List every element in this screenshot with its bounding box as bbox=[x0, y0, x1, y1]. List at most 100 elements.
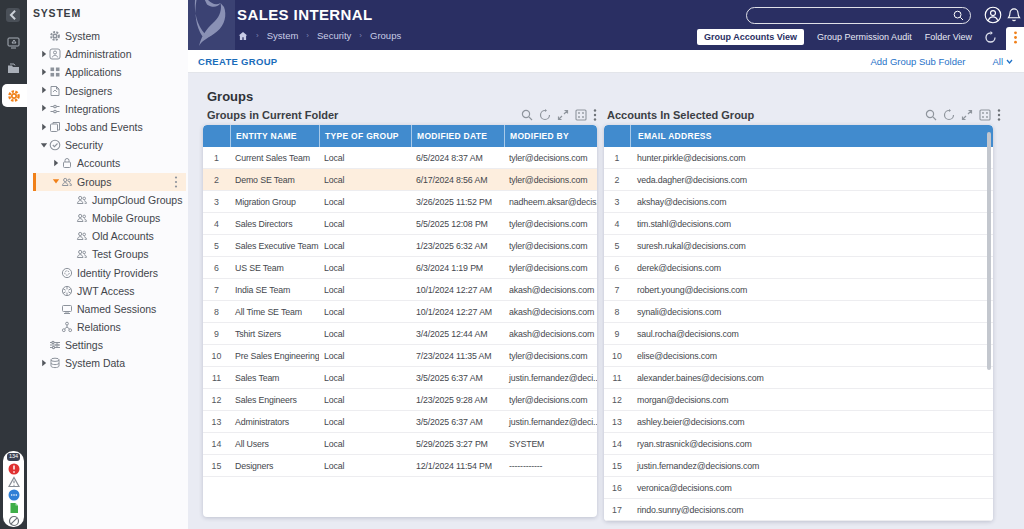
caret-down-icon[interactable] bbox=[38, 141, 49, 150]
grid-view-icon[interactable] bbox=[979, 109, 991, 121]
caret-right-icon[interactable] bbox=[38, 359, 49, 368]
table-row[interactable]: 3Migration GroupLocal3/26/2025 11:52 PMn… bbox=[203, 191, 597, 213]
tree-item-security[interactable]: Security bbox=[33, 136, 186, 154]
table-row[interactable]: 10Pre Sales Engineering ...Local7/23/202… bbox=[203, 345, 597, 367]
view-tab-group-accounts-view[interactable]: Group Accounts View bbox=[697, 29, 804, 45]
table-row[interactable]: 5Sales Executive TeamLocal1/23/2025 6:32… bbox=[203, 235, 597, 257]
tree-item-applications[interactable]: Applications bbox=[33, 63, 186, 81]
view-tab-group-permission-audit[interactable]: Group Permission Audit bbox=[817, 32, 912, 42]
tree-item-system[interactable]: System bbox=[33, 27, 186, 45]
tree-item-settings[interactable]: Settings bbox=[33, 336, 186, 354]
table-row[interactable]: 13AdministratorsLocal3/5/2025 6:37 AMjus… bbox=[203, 411, 597, 433]
tree-item-integrations[interactable]: Integrations bbox=[33, 100, 186, 118]
table-row[interactable]: 3akshay@decisions.com bbox=[604, 191, 993, 213]
column-header[interactable]: EMAIL ADDRESS bbox=[630, 125, 986, 147]
create-group-button[interactable]: CREATE GROUP bbox=[198, 56, 277, 67]
table-row[interactable]: 11Sales TeamLocal3/5/2025 6:37 AMjustin.… bbox=[203, 367, 597, 389]
table-row[interactable]: 9saul.rocha@decisions.com bbox=[604, 323, 993, 345]
tree-item-old-accounts[interactable]: Old Accounts bbox=[33, 227, 186, 245]
tree-item-jumpcloud-groups[interactable]: JumpCloud Groups bbox=[33, 191, 186, 209]
tree-item-identity-providers[interactable]: Identity Providers bbox=[33, 263, 186, 281]
document-icon[interactable] bbox=[8, 502, 20, 514]
caret-down-icon[interactable] bbox=[50, 177, 61, 186]
table-row[interactable]: 7India SE TeamLocal10/1/2024 12:27 AMaka… bbox=[203, 279, 597, 301]
table-row[interactable]: 15DesignersLocal12/1/2024 11:54 PM------… bbox=[203, 455, 597, 477]
table-row[interactable]: 5suresh.rukal@decisions.com bbox=[604, 235, 993, 257]
refresh-icon[interactable] bbox=[539, 109, 551, 121]
tree-item-jobs-and-events[interactable]: Jobs and Events bbox=[33, 118, 186, 136]
tree-item-system-data[interactable]: System Data bbox=[33, 354, 186, 372]
grid-view-icon[interactable] bbox=[575, 109, 587, 121]
caret-right-icon[interactable] bbox=[50, 159, 61, 168]
errors-icon[interactable] bbox=[8, 463, 20, 475]
tree-item-administration[interactable]: Administration bbox=[33, 45, 186, 63]
more-menu-icon[interactable] bbox=[593, 109, 597, 121]
table-row[interactable]: 15justin.fernandez@decisions.com bbox=[604, 455, 993, 477]
table-row[interactable]: 7robert.young@decisions.com bbox=[604, 279, 993, 301]
column-header[interactable]: MODIFIED BY bbox=[504, 125, 597, 147]
table-row[interactable]: 10elise@decisions.com bbox=[604, 345, 993, 367]
tree-item-jwt-access[interactable]: JWT Access bbox=[33, 282, 186, 300]
refresh-icon[interactable] bbox=[984, 31, 997, 44]
tree-item-named-sessions[interactable]: Named Sessions bbox=[33, 300, 186, 318]
refresh-icon[interactable] bbox=[943, 109, 955, 121]
table-row[interactable]: 13ashley.beier@decisions.com bbox=[604, 411, 993, 433]
table-row[interactable]: 1hunter.pirkle@decisions.com bbox=[604, 147, 993, 169]
column-header[interactable]: MODIFIED DATE bbox=[411, 125, 504, 147]
studio-icon[interactable] bbox=[7, 36, 20, 49]
table-row[interactable]: 14All UsersLocal5/29/2025 3:27 PMSYSTEM bbox=[203, 433, 597, 455]
system-rail-item-active[interactable] bbox=[2, 84, 27, 107]
caret-right-icon[interactable] bbox=[38, 86, 49, 95]
table-row[interactable]: 4Sales DirectorsLocal5/5/2025 12:08 PMty… bbox=[203, 213, 597, 235]
table-row[interactable]: 11alexander.baines@decisions.com bbox=[604, 367, 993, 389]
account-icon[interactable] bbox=[984, 6, 1002, 24]
notifications-bell-icon[interactable] bbox=[1007, 7, 1021, 22]
table-row[interactable]: 2veda.dagher@decisions.com bbox=[604, 169, 993, 191]
view-tab-folder-view[interactable]: Folder View bbox=[925, 32, 972, 42]
debug-off-icon[interactable] bbox=[8, 515, 20, 527]
chat-icon[interactable] bbox=[8, 489, 20, 501]
table-row[interactable]: 6US SE TeamLocal6/3/2024 1:19 PMtyler@de… bbox=[203, 257, 597, 279]
breadcrumb-item[interactable]: Groups bbox=[370, 30, 401, 41]
table-row[interactable]: 2Demo SE TeamLocal6/17/2024 8:56 AMtyler… bbox=[203, 169, 597, 191]
breadcrumb-item[interactable]: System bbox=[267, 30, 299, 41]
column-header[interactable]: ENTITY NAME bbox=[230, 125, 319, 147]
caret-right-icon[interactable] bbox=[38, 104, 49, 113]
filter-dropdown[interactable]: All bbox=[992, 56, 1013, 67]
warnings-icon[interactable] bbox=[8, 476, 20, 488]
folders-icon[interactable] bbox=[7, 62, 20, 75]
header-more-menu[interactable] bbox=[1006, 27, 1024, 50]
tree-item-mobile-groups[interactable]: Mobile Groups bbox=[33, 209, 186, 227]
home-icon[interactable] bbox=[238, 31, 248, 41]
table-row[interactable]: 8All Time SE TeamLocal10/1/2024 12:27 AM… bbox=[203, 301, 597, 323]
caret-right-icon[interactable] bbox=[38, 68, 49, 77]
table-row[interactable]: 14ryan.strasnick@decisions.com bbox=[604, 433, 993, 455]
expand-icon[interactable] bbox=[557, 109, 569, 121]
more-menu-icon[interactable] bbox=[997, 109, 1001, 121]
tree-item-test-groups[interactable]: Test Groups bbox=[33, 245, 186, 263]
table-row[interactable]: 12morgan@decisions.com bbox=[604, 389, 993, 411]
table-row[interactable]: 1Current Sales TeamLocal6/5/2024 8:37 AM… bbox=[203, 147, 597, 169]
caret-right-icon[interactable] bbox=[38, 50, 49, 59]
tree-item-relations[interactable]: Relations bbox=[33, 318, 186, 336]
tree-item-groups[interactable]: Groups bbox=[33, 173, 186, 191]
column-header[interactable]: TYPE OF GROUP bbox=[319, 125, 411, 147]
breadcrumb-item[interactable]: Security bbox=[317, 30, 351, 41]
tree-item-designers[interactable]: Designers bbox=[33, 82, 186, 100]
table-row[interactable]: 12Sales EngineersLocal1/23/2025 9:28 AMt… bbox=[203, 389, 597, 411]
search-input[interactable] bbox=[746, 7, 971, 24]
collapse-sidebar-button[interactable] bbox=[6, 8, 20, 22]
caret-right-icon[interactable] bbox=[38, 123, 49, 132]
item-menu-icon[interactable] bbox=[171, 176, 181, 188]
expand-icon[interactable] bbox=[961, 109, 973, 121]
add-group-sub-folder-button[interactable]: Add Group Sub Folder bbox=[870, 56, 965, 67]
search-icon[interactable] bbox=[925, 109, 937, 121]
table-row[interactable]: 16veronica@decisions.com bbox=[604, 477, 993, 499]
scrollbar-thumb[interactable] bbox=[987, 132, 991, 370]
table-row[interactable]: 8synali@decisions.com bbox=[604, 301, 993, 323]
table-row[interactable]: 4tim.stahl@decisions.com bbox=[604, 213, 993, 235]
search-icon[interactable] bbox=[521, 109, 533, 121]
tree-item-accounts[interactable]: Accounts bbox=[33, 154, 186, 172]
table-row[interactable]: 6derek@decisions.com bbox=[604, 257, 993, 279]
table-row[interactable]: 17rindo.sunny@decisions.com bbox=[604, 499, 993, 521]
